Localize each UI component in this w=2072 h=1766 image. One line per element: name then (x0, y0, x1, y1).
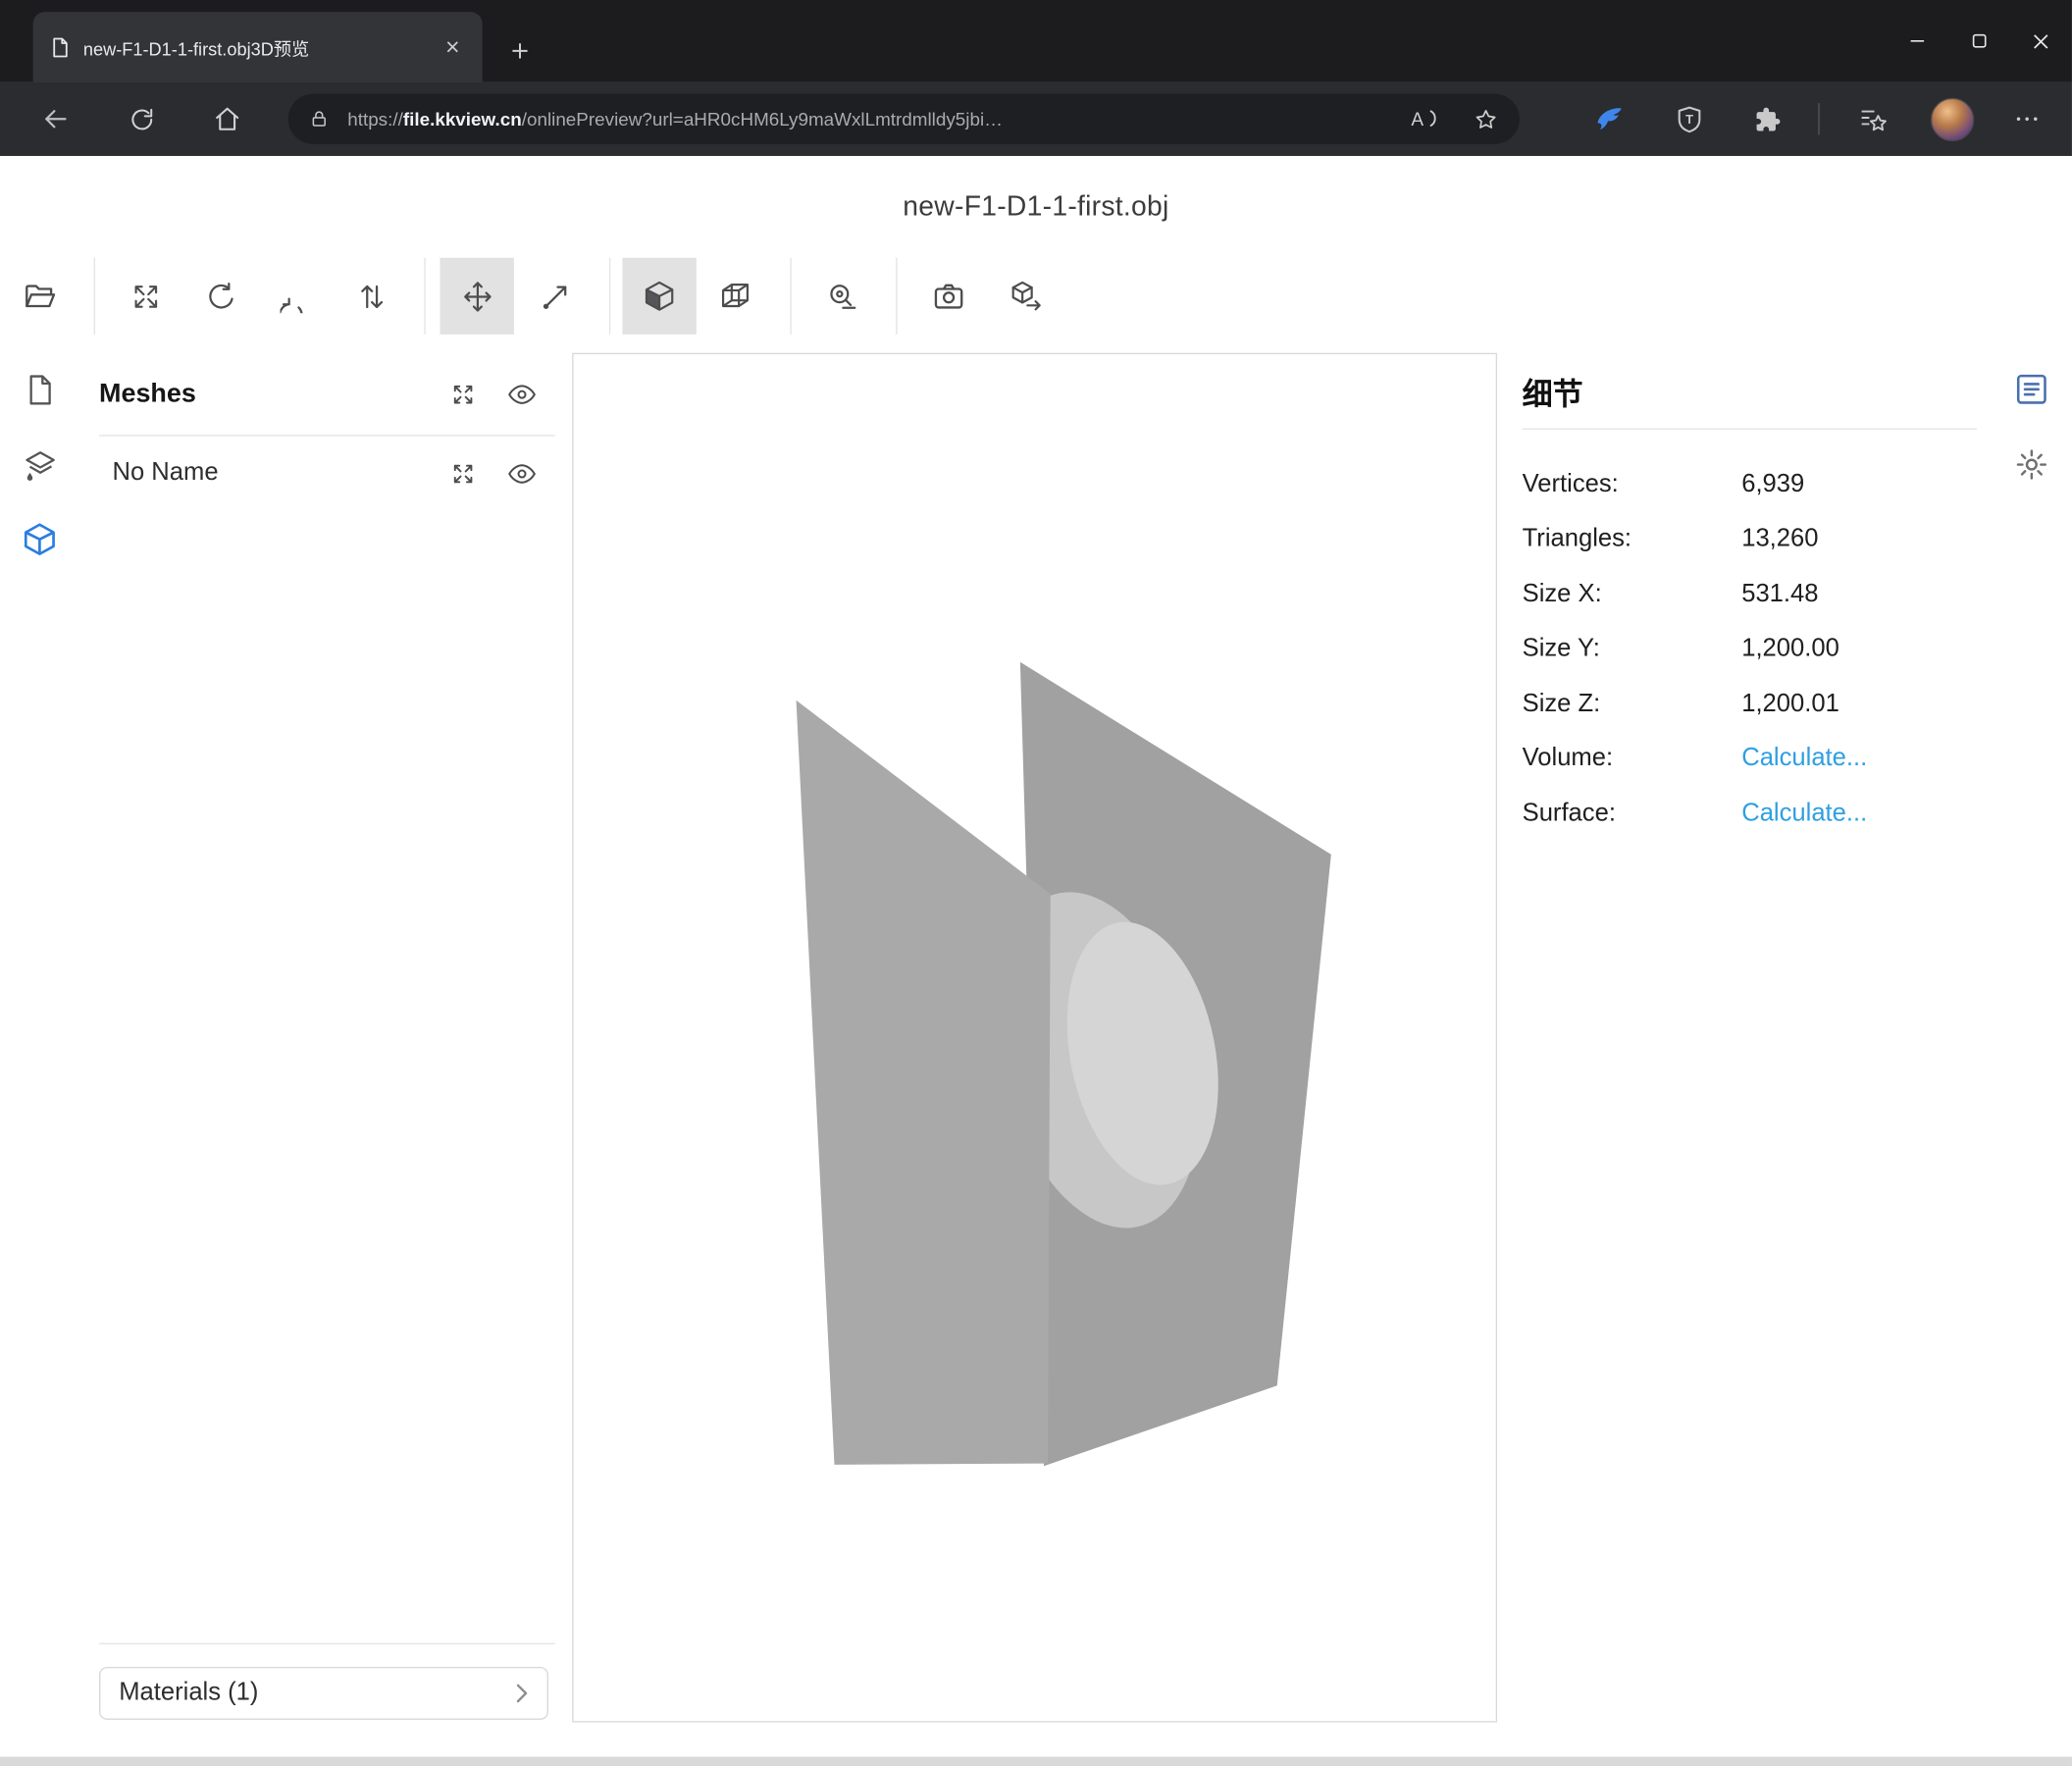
3d-viewport[interactable] (572, 353, 1497, 1723)
extensions-puzzle-icon[interactable] (1741, 92, 1794, 145)
detail-value: 6,939 (1741, 470, 1804, 499)
export-model-button[interactable] (990, 258, 1063, 335)
svg-text:A: A (1411, 110, 1424, 130)
favorite-star-icon[interactable] (1474, 106, 1499, 131)
fit-view-button[interactable] (108, 258, 181, 335)
svg-text:T: T (1684, 111, 1692, 126)
detail-value: 531.48 (1741, 580, 1818, 609)
close-button[interactable] (2010, 0, 2072, 82)
perspective-view-button[interactable] (622, 258, 696, 335)
detail-row-triangles: Triangles: 13,260 (1523, 512, 1977, 567)
minimize-button[interactable] (1886, 0, 1947, 82)
refresh-button[interactable] (112, 91, 170, 147)
read-aloud-icon[interactable]: A (1407, 106, 1438, 132)
tab-close-icon[interactable] (438, 32, 467, 62)
settings-gear-icon[interactable] (2007, 441, 2054, 489)
fit-all-meshes-icon[interactable] (450, 382, 476, 407)
materials-button[interactable]: Materials (1) (99, 1667, 548, 1720)
details-header: 细节 (1523, 353, 1977, 430)
flip-vertical-button[interactable] (335, 258, 408, 335)
nav-extensions-area: T (1557, 92, 2053, 145)
tab-title: new-F1-D1-1-first.obj3D预览 (83, 33, 427, 60)
nav-divider (1818, 103, 1819, 134)
meshes-header-row: Meshes (99, 353, 555, 437)
meshes-panel: Meshes No Name (99, 353, 555, 1723)
details-panel: 细节 Vertices: 6,939 Triangles: 13,260 Siz… (1523, 353, 1977, 842)
file-info-icon[interactable] (16, 366, 63, 414)
toolbar-separator (609, 258, 610, 335)
viewer-toolbar (0, 258, 2072, 335)
toolbar-separator (790, 258, 791, 335)
materials-divider (99, 1643, 555, 1644)
window-controls (1886, 0, 2072, 82)
screenshot-button[interactable] (911, 258, 985, 335)
details-list-icon[interactable] (2007, 365, 2054, 413)
detail-label: Surface: (1523, 800, 1742, 829)
model-cube-icon[interactable] (16, 515, 63, 563)
3d-model-render (574, 354, 1496, 1721)
materials-button-label: Materials (1) (119, 1679, 258, 1708)
detail-row-volume: Volume: Calculate... (1523, 732, 1977, 787)
toolbar-separator (896, 258, 897, 335)
maximize-button[interactable] (1947, 0, 2009, 82)
lock-icon (309, 108, 329, 130)
detail-label: Vertices: (1523, 470, 1742, 499)
browser-titlebar: new-F1-D1-1-first.obj3D预览 (0, 0, 2072, 82)
address-bar[interactable]: https://file.kkview.cn/onlinePreview?url… (288, 94, 1520, 144)
toggle-mesh-visibility-eye-icon[interactable] (507, 462, 537, 485)
detail-row-size-z: Size Z: 1,200.01 (1523, 677, 1977, 732)
url-text: https://file.kkview.cn/onlinePreview?url… (347, 108, 1391, 130)
shield-extension-icon[interactable]: T (1662, 92, 1715, 145)
browser-menu-icon[interactable] (2000, 92, 2053, 145)
calculate-volume-link[interactable]: Calculate... (1741, 745, 1867, 774)
move-tool-button[interactable] (440, 258, 514, 335)
bird-extension-icon[interactable] (1583, 92, 1636, 145)
mesh-name: No Name (112, 459, 218, 489)
fit-mesh-icon[interactable] (450, 461, 476, 487)
horizontal-scrollbar[interactable] (0, 1757, 2072, 1766)
detail-row-size-x: Size X: 531.48 (1523, 567, 1977, 622)
chevron-right-icon (515, 1683, 528, 1704)
detail-value: 13,260 (1741, 525, 1818, 554)
detail-row-surface: Surface: Calculate... (1523, 787, 1977, 842)
back-button[interactable] (26, 91, 84, 147)
home-button[interactable] (198, 91, 256, 147)
detail-label: Size Z: (1523, 690, 1742, 719)
meshes-header: Meshes (99, 379, 196, 409)
tab-favicon-document-icon (49, 36, 71, 58)
toolbar-separator (94, 258, 95, 335)
measure-line-button[interactable] (518, 258, 592, 335)
detail-row-size-y: Size Y: 1,200.00 (1523, 622, 1977, 677)
favorites-bar-icon[interactable] (1846, 92, 1899, 145)
browser-window: new-F1-D1-1-first.obj3D预览 (0, 0, 2072, 1766)
detail-value: 1,200.00 (1741, 635, 1839, 664)
materials-icon[interactable] (16, 442, 63, 490)
detail-row-vertices: Vertices: 6,939 (1523, 457, 1977, 512)
tape-measure-button[interactable] (804, 258, 878, 335)
browser-navbar: https://file.kkview.cn/onlinePreview?url… (0, 82, 2072, 156)
detail-label: Triangles: (1523, 525, 1742, 554)
toggle-all-visibility-eye-icon[interactable] (507, 383, 537, 405)
page-title: new-F1-D1-1-first.obj (0, 191, 2072, 223)
browser-tab[interactable]: new-F1-D1-1-first.obj3D预览 (33, 12, 483, 81)
preview-page: new-F1-D1-1-first.obj (0, 156, 2072, 1766)
detail-label: Size Y: (1523, 635, 1742, 664)
detail-label: Size X: (1523, 580, 1742, 609)
profile-avatar[interactable] (1931, 97, 1974, 140)
open-model-button[interactable] (3, 258, 77, 335)
orthographic-view-button[interactable] (699, 258, 773, 335)
toolbar-separator (424, 258, 425, 335)
new-tab-button[interactable] (499, 30, 539, 70)
rotate-horizontal-button[interactable] (183, 258, 257, 335)
detail-label: Volume: (1523, 745, 1742, 774)
rotate-vertical-button[interactable] (259, 258, 333, 335)
mesh-list-item[interactable]: No Name (99, 437, 555, 510)
calculate-surface-link[interactable]: Calculate... (1741, 800, 1867, 829)
detail-value: 1,200.01 (1741, 690, 1839, 719)
